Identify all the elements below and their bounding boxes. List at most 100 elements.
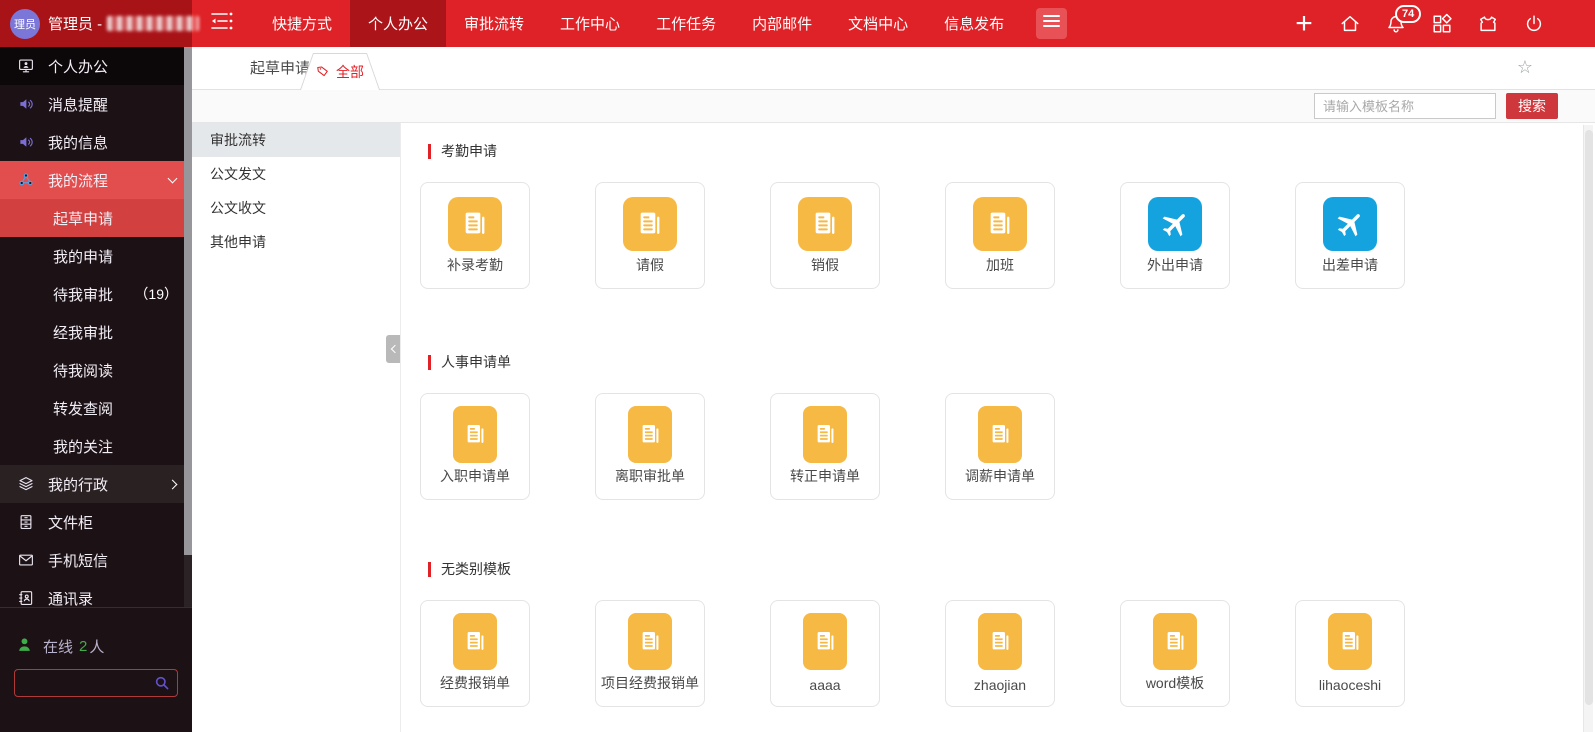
sidebar-item-13[interactable]: 手机短信 [0, 541, 192, 579]
sidebar-item-12[interactable]: 文件柜 [0, 503, 192, 541]
template-card[interactable]: 经费报销单 [420, 600, 530, 707]
username: 管理员 - [48, 13, 199, 34]
topbar-menu-item-7[interactable]: 信息发布 [926, 0, 1022, 47]
sidebar-item-0[interactable]: 个人办公 [0, 47, 192, 85]
top-menu: 快捷方式个人办公审批流转工作中心工作任务内部邮件文档中心信息发布 [254, 0, 1022, 47]
template-card-row: 补录考勤请假 销假 加班 外出申请出差申请 [420, 182, 1595, 289]
sidebar-item-14[interactable]: 通讯录 [0, 579, 192, 607]
document-icon [973, 197, 1027, 251]
bell-icon[interactable]: 74 [1385, 13, 1407, 35]
more-menu-button[interactable] [1036, 8, 1067, 39]
template-card[interactable]: 请假 [595, 182, 705, 289]
sidebar-item-10[interactable]: 我的关注 [0, 427, 192, 465]
topbar-menu-item-3[interactable]: 工作中心 [542, 0, 638, 47]
topbar-icons: +74 [1293, 0, 1545, 47]
category-item-3[interactable]: 其他申请 [192, 225, 400, 259]
shirt-icon[interactable] [1477, 13, 1499, 35]
template-card[interactable]: 销假 [770, 182, 880, 289]
online-status: 在线 2 人 [16, 636, 192, 657]
speaker-icon [17, 133, 35, 151]
category-item-1[interactable]: 公文发文 [192, 157, 400, 191]
sidebar-item-label: 我的申请 [53, 246, 113, 267]
topbar-menu-item-6[interactable]: 文档中心 [830, 0, 926, 47]
template-label: 加班 [986, 255, 1014, 275]
sidebar-item-11[interactable]: 我的行政 [0, 465, 192, 503]
topbar-menu-item-2[interactable]: 审批流转 [446, 0, 542, 47]
topbar-menu-item-0[interactable]: 快捷方式 [254, 0, 350, 47]
template-card[interactable]: 转正申请单 [770, 393, 880, 500]
online-label: 在线 [43, 636, 73, 657]
sidebar-item-5[interactable]: 我的申请 [0, 237, 192, 275]
template-card[interactable]: 项目经费报销单 [595, 600, 705, 707]
sidebar-item-8[interactable]: 待我阅读 [0, 351, 192, 389]
search-icon[interactable] [154, 675, 170, 691]
template-card[interactable]: lihaoceshi [1295, 600, 1405, 707]
template-label: 转正申请单 [790, 466, 860, 486]
sidebar-item-7[interactable]: 经我审批 [0, 313, 192, 351]
contacts-icon [17, 589, 35, 607]
template-card[interactable]: aaaa [770, 600, 880, 707]
online-count: 2 [79, 638, 87, 655]
template-label: 经费报销单 [440, 673, 510, 693]
grid-icon[interactable] [1431, 13, 1453, 35]
template-card[interactable]: word模板 [1120, 600, 1230, 707]
mail-icon [17, 551, 35, 569]
sidebar-item-label: 文件柜 [48, 512, 93, 533]
user-block[interactable]: 理员 管理员 - [0, 0, 192, 47]
template-card[interactable]: 离职审批单 [595, 393, 705, 500]
power-icon[interactable] [1523, 13, 1545, 35]
category-item-0[interactable]: 审批流转 [192, 123, 400, 157]
sidebar-item-1[interactable]: 消息提醒 [0, 85, 192, 123]
template-card[interactable]: 出差申请 [1295, 182, 1405, 289]
sidebar-item-2[interactable]: 我的信息 [0, 123, 192, 161]
star-icon[interactable]: ☆ [1517, 57, 1533, 78]
hamburger-icon [1043, 14, 1060, 33]
section-header: 考勤申请 [428, 142, 1595, 160]
template-label: 销假 [811, 255, 839, 275]
topbar-menu-item-5[interactable]: 内部邮件 [734, 0, 830, 47]
sidebar-bottom-panel: 在线 2 人 [0, 607, 192, 732]
notification-badge: 74 [1395, 5, 1421, 23]
home-icon[interactable] [1339, 13, 1361, 35]
sidebar-scrollbar[interactable] [184, 47, 192, 607]
topbar: 理员 管理员 - 快捷方式个人办公审批流转工作中心工作任务内部邮件文档中心信息发… [0, 0, 1595, 47]
section-title: 人事申请单 [441, 352, 511, 372]
category-panel: 审批流转公文发文公文收文其他申请 [192, 123, 401, 732]
template-search-input[interactable] [1314, 93, 1496, 119]
section-title: 考勤申请 [441, 141, 497, 161]
sidebar-item-4[interactable]: 起草申请 [0, 199, 192, 237]
document-icon [803, 406, 847, 463]
airplane-icon [1323, 197, 1377, 251]
sidebar-item-6[interactable]: 待我审批 （19） [0, 275, 192, 313]
sidebar-item-label: 待我阅读 [53, 360, 113, 381]
topbar-menu-item-4[interactable]: 工作任务 [638, 0, 734, 47]
category-item-2[interactable]: 公文收文 [192, 191, 400, 225]
sidebar-item-label: 我的信息 [48, 132, 108, 153]
template-card[interactable]: 外出申请 [1120, 182, 1230, 289]
template-card[interactable]: 调薪申请单 [945, 393, 1055, 500]
airplane-icon [1148, 197, 1202, 251]
sidebar-item-label: 经我审批 [53, 322, 113, 343]
tab-all[interactable]: 全部 [300, 53, 380, 90]
menu-collapse-icon [210, 11, 236, 36]
sidebar-item-label: 待我审批 [53, 284, 113, 305]
search-button[interactable]: 搜索 [1506, 93, 1558, 119]
sidebar: 个人办公消息提醒我的信息我的流程起草申请我的申请待我审批 （19） 经我审批待我阅读… [0, 47, 192, 732]
panel-collapse-handle[interactable] [386, 335, 400, 363]
template-card[interactable]: 补录考勤 [420, 182, 530, 289]
avatar: 理员 [10, 9, 40, 39]
template-card[interactable]: 加班 [945, 182, 1055, 289]
topbar-menu-item-1[interactable]: 个人办公 [350, 0, 446, 47]
template-label: aaaa [809, 677, 840, 693]
content: 起草申请 全部 ☆ 搜索 审批流转公文发文公文收文其他申请 考勤申请补录考勤请假… [192, 47, 1595, 732]
template-card[interactable]: 入职申请单 [420, 393, 530, 500]
content-scrollbar[interactable] [1583, 125, 1593, 732]
template-label: 请假 [636, 255, 664, 275]
pending-count-badge: （19） [134, 284, 178, 304]
template-label: 入职申请单 [440, 466, 510, 486]
template-card[interactable]: zhaojian [945, 600, 1055, 707]
sidebar-item-3[interactable]: 我的流程 [0, 161, 192, 199]
sidebar-item-9[interactable]: 转发查阅 [0, 389, 192, 427]
plus-icon[interactable]: + [1293, 13, 1315, 35]
menu-collapse-button[interactable] [192, 0, 254, 47]
